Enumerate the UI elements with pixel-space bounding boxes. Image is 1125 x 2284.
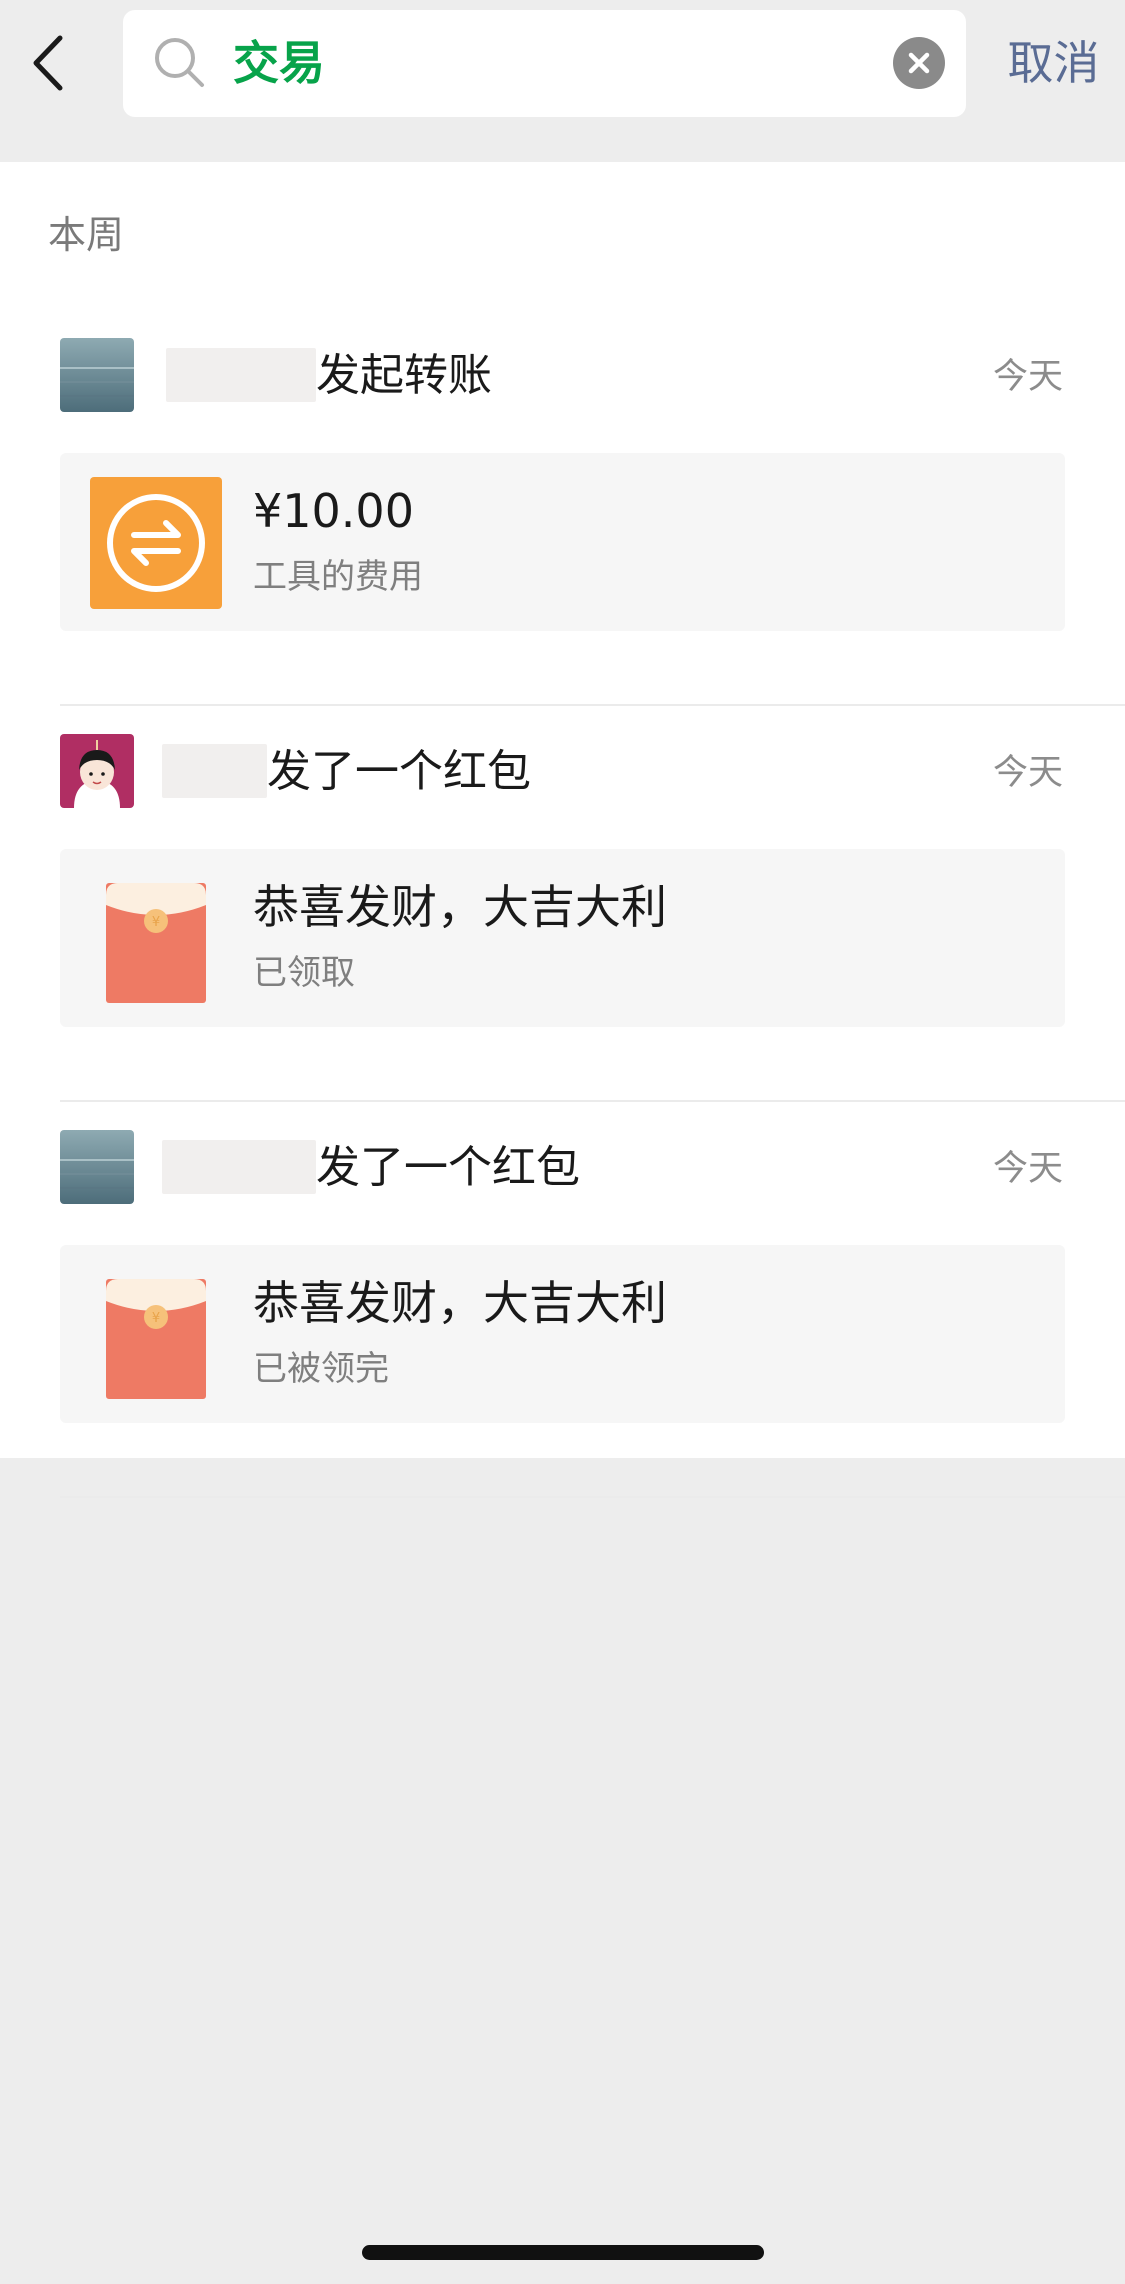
search-header: 交易 取消 [0,0,1125,162]
svg-text:¥: ¥ [152,1311,160,1326]
sender-name-redacted [162,1140,316,1194]
transfer-amount: ¥10.00 [253,484,414,538]
transfer-icon [90,477,222,609]
cancel-button[interactable]: 取消 [996,10,1111,117]
red-packet-icon: ¥ [90,1269,222,1401]
red-packet-greeting: 恭喜发财，大吉大利 [253,1276,667,1330]
result-time: 今天 [992,357,1063,397]
red-packet-icon: ¥ [90,873,222,1005]
svg-text:¥: ¥ [152,915,160,930]
close-icon [908,52,930,74]
clear-search-button[interactable] [893,37,945,89]
result-item[interactable]: 发了一个红包 今天 ¥ 恭喜发财，大吉大利 已领取 [0,704,1125,1102]
sender-name-redacted [162,744,267,798]
result-item[interactable]: 发了一个红包 今天 ¥ 恭喜发财，大吉大利 已被领完 [0,1100,1125,1498]
avatar[interactable] [60,1130,134,1204]
divider [60,1496,1125,1498]
red-packet-greeting: 恭喜发财，大吉大利 [253,880,667,934]
red-packet-status: 已被领完 [253,1349,389,1389]
avatar[interactable] [60,734,134,808]
result-header: 发起转账 今天 [0,308,1125,432]
transfer-card[interactable]: ¥10.00 工具的费用 [60,453,1065,631]
result-item[interactable]: 发起转账 今天 ¥10.00 工具的费用 [0,308,1125,706]
avatar[interactable] [60,338,134,412]
chevron-left-icon [33,35,63,91]
home-indicator[interactable] [362,2245,764,2260]
cartoon-girl-avatar-icon [60,734,134,808]
red-packet-card[interactable]: ¥ 恭喜发财，大吉大利 已被领完 [60,1245,1065,1423]
sender-name-redacted [166,348,316,402]
red-packet-card[interactable]: ¥ 恭喜发财，大吉大利 已领取 [60,849,1065,1027]
search-field[interactable]: 交易 [123,10,966,117]
result-title: 发了一个红包 [267,746,531,797]
search-input[interactable]: 交易 [233,10,325,117]
results-panel: 本周 发起转账 今天 ¥10.00 工具的费用 发了一个红包 今天 ¥ 恭喜发财… [0,162,1125,1498]
search-icon [153,36,207,90]
result-title: 发起转账 [316,350,492,401]
result-header: 发了一个红包 今天 [0,1100,1125,1224]
back-button[interactable] [22,28,82,98]
result-title: 发了一个红包 [316,1142,580,1193]
landscape-avatar-icon [60,338,134,412]
red-packet-status: 已领取 [253,953,355,993]
result-time: 今天 [992,753,1063,793]
result-time: 今天 [992,1149,1063,1189]
landscape-avatar-icon [60,1130,134,1204]
result-header: 发了一个红包 今天 [0,704,1125,828]
transfer-note: 工具的费用 [253,557,423,597]
section-title: 本周 [48,213,125,257]
